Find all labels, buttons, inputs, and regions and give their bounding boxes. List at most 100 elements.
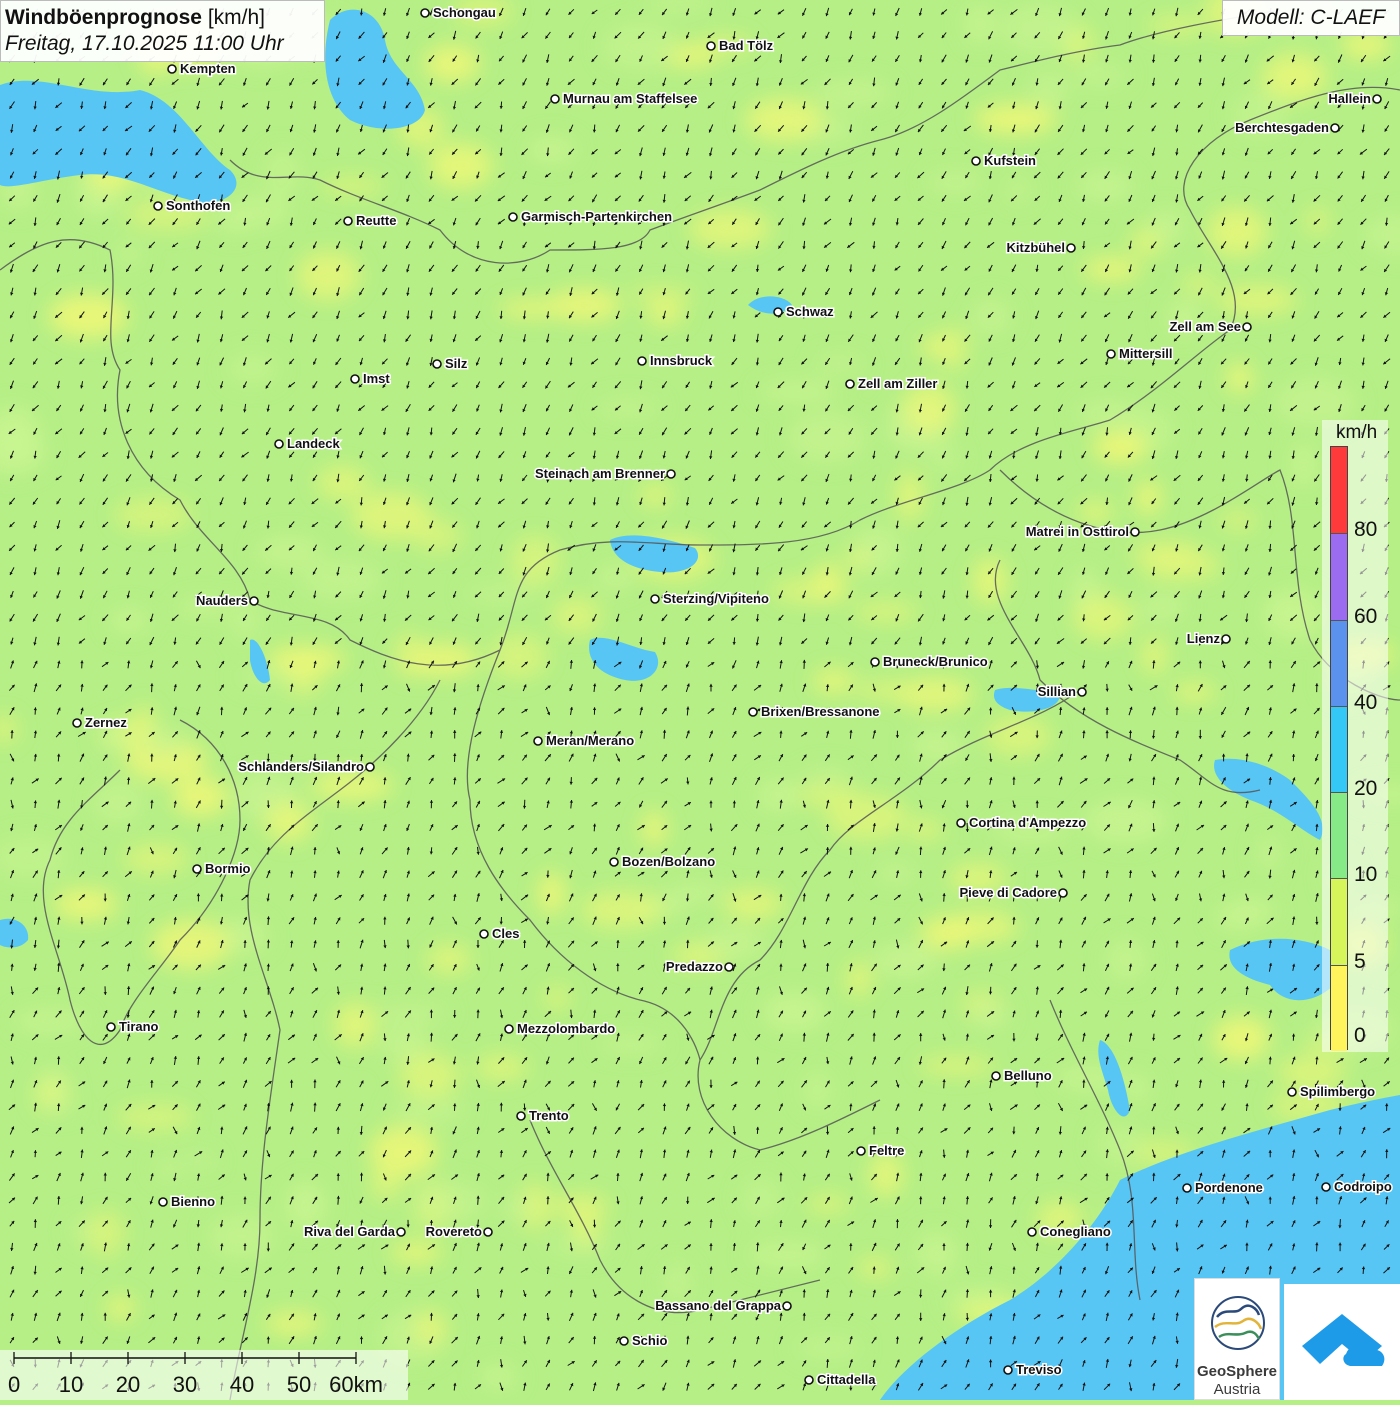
wind-patch [183,1153,217,1169]
wind-patch [986,716,1052,757]
wind-patch [918,1058,995,1074]
wind-patch [503,1195,531,1222]
wind-patch [964,3,996,44]
legend-segment [1331,965,1347,1051]
wind-patch [1005,175,1032,203]
city-label: Mezzolombardo [517,1021,615,1036]
city-dot [193,865,201,873]
wind-patch [464,583,538,603]
city-dot [344,217,352,225]
wind-patch [321,178,385,194]
legend-segment [1331,878,1347,964]
wind-patch [1173,684,1217,700]
city-label: Bruneck/Brunico [883,654,988,669]
city-marker: Sterzing/Vipiteno [651,591,769,606]
city-dot [505,1025,513,1033]
wind-patch [971,297,1012,336]
city-dot [159,1198,167,1206]
city-dot [107,1023,115,1031]
wind-patch [874,863,917,883]
city-label: Schongau [433,5,496,20]
wind-patch [812,668,855,694]
title-bold: Windböenprognose [5,6,202,29]
city-dot [749,708,757,716]
wind-patch [371,1166,402,1201]
wind-patch [647,302,685,326]
wind-patch [1147,17,1207,34]
city-dot [351,375,359,383]
city-dot [154,202,162,210]
legend-tick-label: 5 [1354,950,1366,974]
city-label: Imst [363,371,390,386]
city-label: Zell am See [1169,319,1241,334]
wind-patch [498,300,565,318]
wind-patch [1219,511,1257,530]
wind-patch [1078,502,1112,522]
wind-patch [1256,834,1281,873]
scale-bar-graphic: 0102030405060km [0,1350,408,1400]
wind-patch [1148,209,1183,245]
city-marker: Predazzo [666,959,733,974]
scale-label: 30 [173,1372,197,1397]
city-dot [725,963,733,971]
wind-patch [812,80,892,105]
city-marker: Pieve di Cadore [959,885,1067,900]
wind-patch [598,1036,663,1053]
city-label: Pordenone [1195,1180,1263,1195]
city-label: Schwaz [786,304,834,319]
city-dot [250,597,258,605]
city-label: Berchtesgaden [1235,120,1329,135]
wind-patch [1091,435,1153,451]
legend-segment [1331,620,1347,706]
wind-patch [511,536,560,586]
wind-patch [154,1157,183,1180]
wind-patch [974,104,1057,134]
wind-patch [490,634,548,678]
city-label: Hallein [1328,91,1371,106]
city-label: Bozen/Bolzano [622,854,715,869]
title-box: Windböenprognose [km/h] Freitag, 17.10.2… [0,0,325,62]
wind-patch [640,484,671,508]
scale-label: 50 [287,1372,311,1397]
wind-patch [601,22,677,71]
wind-patch [1084,799,1167,844]
city-label: Spilimbergo [1300,1084,1375,1099]
city-label: Treviso [1016,1362,1062,1377]
wind-patch [139,728,188,756]
wind-patch [1207,207,1267,257]
wind-patch [1094,1123,1145,1166]
city-dot [517,1112,525,1120]
city-marker: Bozen/Bolzano [610,854,715,869]
mountain-cloud-icon [1284,1284,1400,1400]
wind-patch [748,1242,827,1268]
city-label: Trento [529,1108,569,1123]
city-label: Sterzing/Vipiteno [663,591,769,606]
city-label: Silz [445,356,468,371]
wind-gust-map[interactable]: SchongauBad TölzKemptenMurnau am Staffel… [0,0,1400,1400]
city-label: Bormio [205,861,251,876]
city-dot [1004,1366,1012,1374]
wind-patch [1073,596,1132,640]
wind-patch [227,195,291,228]
city-dot [667,470,675,478]
legend-tick-label: 10 [1354,863,1377,887]
city-marker: Conegliano [1028,1224,1111,1239]
wind-patch [1226,363,1253,394]
wind-patch [855,682,912,699]
city-label: Kufstein [984,153,1036,168]
city-marker: Kitzbühel [1007,240,1076,255]
wind-patch [225,352,279,385]
wind-patch [296,251,360,300]
city-dot [1078,688,1086,696]
scale-bar: 0102030405060km [0,1350,408,1400]
city-marker: Sonthofen [154,198,230,213]
wind-patch [1130,541,1201,564]
city-dot [1373,95,1381,103]
wind-patch [1001,3,1078,55]
city-label: Sillian [1038,684,1076,699]
wind-patch [551,597,601,634]
legend-unit: km/h [1336,422,1377,444]
city-label: Lienz [1187,631,1221,646]
city-marker: Zell am See [1169,319,1251,334]
wind-patch [744,98,823,141]
